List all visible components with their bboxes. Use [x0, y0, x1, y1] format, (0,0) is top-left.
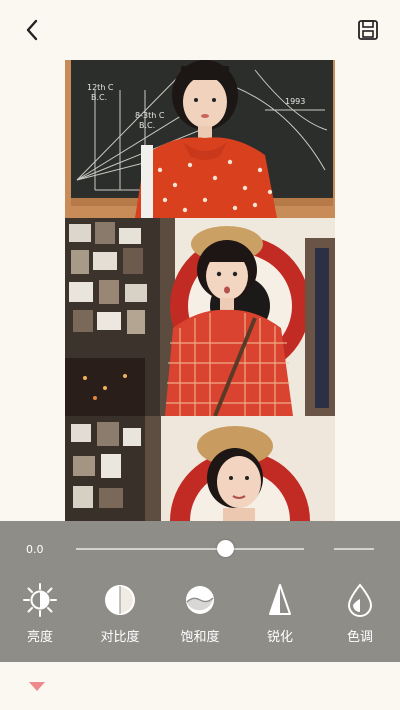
tool-label-sharpen: 锐化 [266, 630, 293, 645]
save-icon [358, 20, 378, 40]
back-button[interactable] [18, 16, 46, 44]
slider-value: 0.0 [26, 543, 44, 556]
adjust-slider-thumb[interactable] [216, 540, 234, 557]
photo-panel-top: 12th C B.C. 8-3th C B.C. 1993 [65, 60, 335, 218]
saturation-icon [186, 586, 214, 614]
panel-top-image: 12th C B.C. 8-3th C B.C. 1993 [65, 60, 335, 218]
tool-label-saturation: 饱和度 [180, 630, 220, 645]
contrast-icon [105, 585, 135, 615]
panel-bottom-image [65, 416, 335, 522]
board-text-4: B.C. [139, 121, 155, 130]
chevron-left-icon [26, 19, 38, 41]
board-text-5: 1993 [285, 97, 305, 106]
board-text-3: 8-3th C [135, 111, 165, 120]
tool-label-contrast: 对比度 [100, 630, 140, 645]
sharpen-icon [269, 584, 291, 615]
board-text-2: B.C. [91, 93, 107, 102]
photo-collage[interactable]: 12th C B.C. 8-3th C B.C. 1993 [65, 60, 335, 522]
tone-icon [347, 583, 373, 617]
tool-contrast[interactable]: 对比度 [84, 581, 156, 651]
slider-track-gap [304, 548, 334, 550]
bottom-bar [0, 662, 400, 710]
photo-panel-middle [65, 218, 335, 416]
panel-middle-image [65, 218, 335, 416]
save-button[interactable] [356, 18, 380, 42]
photo-panel-bottom [65, 416, 335, 522]
tool-label-tone: 色调 [346, 630, 373, 645]
adjust-tools: 亮度 对比度 饱和度 锐化 色调 [0, 581, 400, 651]
adjust-panel: 0.0 亮度 对比度 饱和度 锐化 色调 [0, 521, 400, 662]
brightness-icon [23, 583, 57, 617]
top-bar [0, 0, 400, 60]
tool-brightness[interactable]: 亮度 [4, 581, 76, 651]
tool-tone[interactable]: 色调 [324, 581, 396, 651]
collapse-panel-icon[interactable] [29, 682, 45, 691]
tool-label-brightness: 亮度 [26, 630, 53, 645]
tool-saturation[interactable]: 饱和度 [164, 581, 236, 651]
tool-sharpen[interactable]: 锐化 [244, 581, 316, 651]
board-text-1: 12th C [87, 83, 114, 92]
